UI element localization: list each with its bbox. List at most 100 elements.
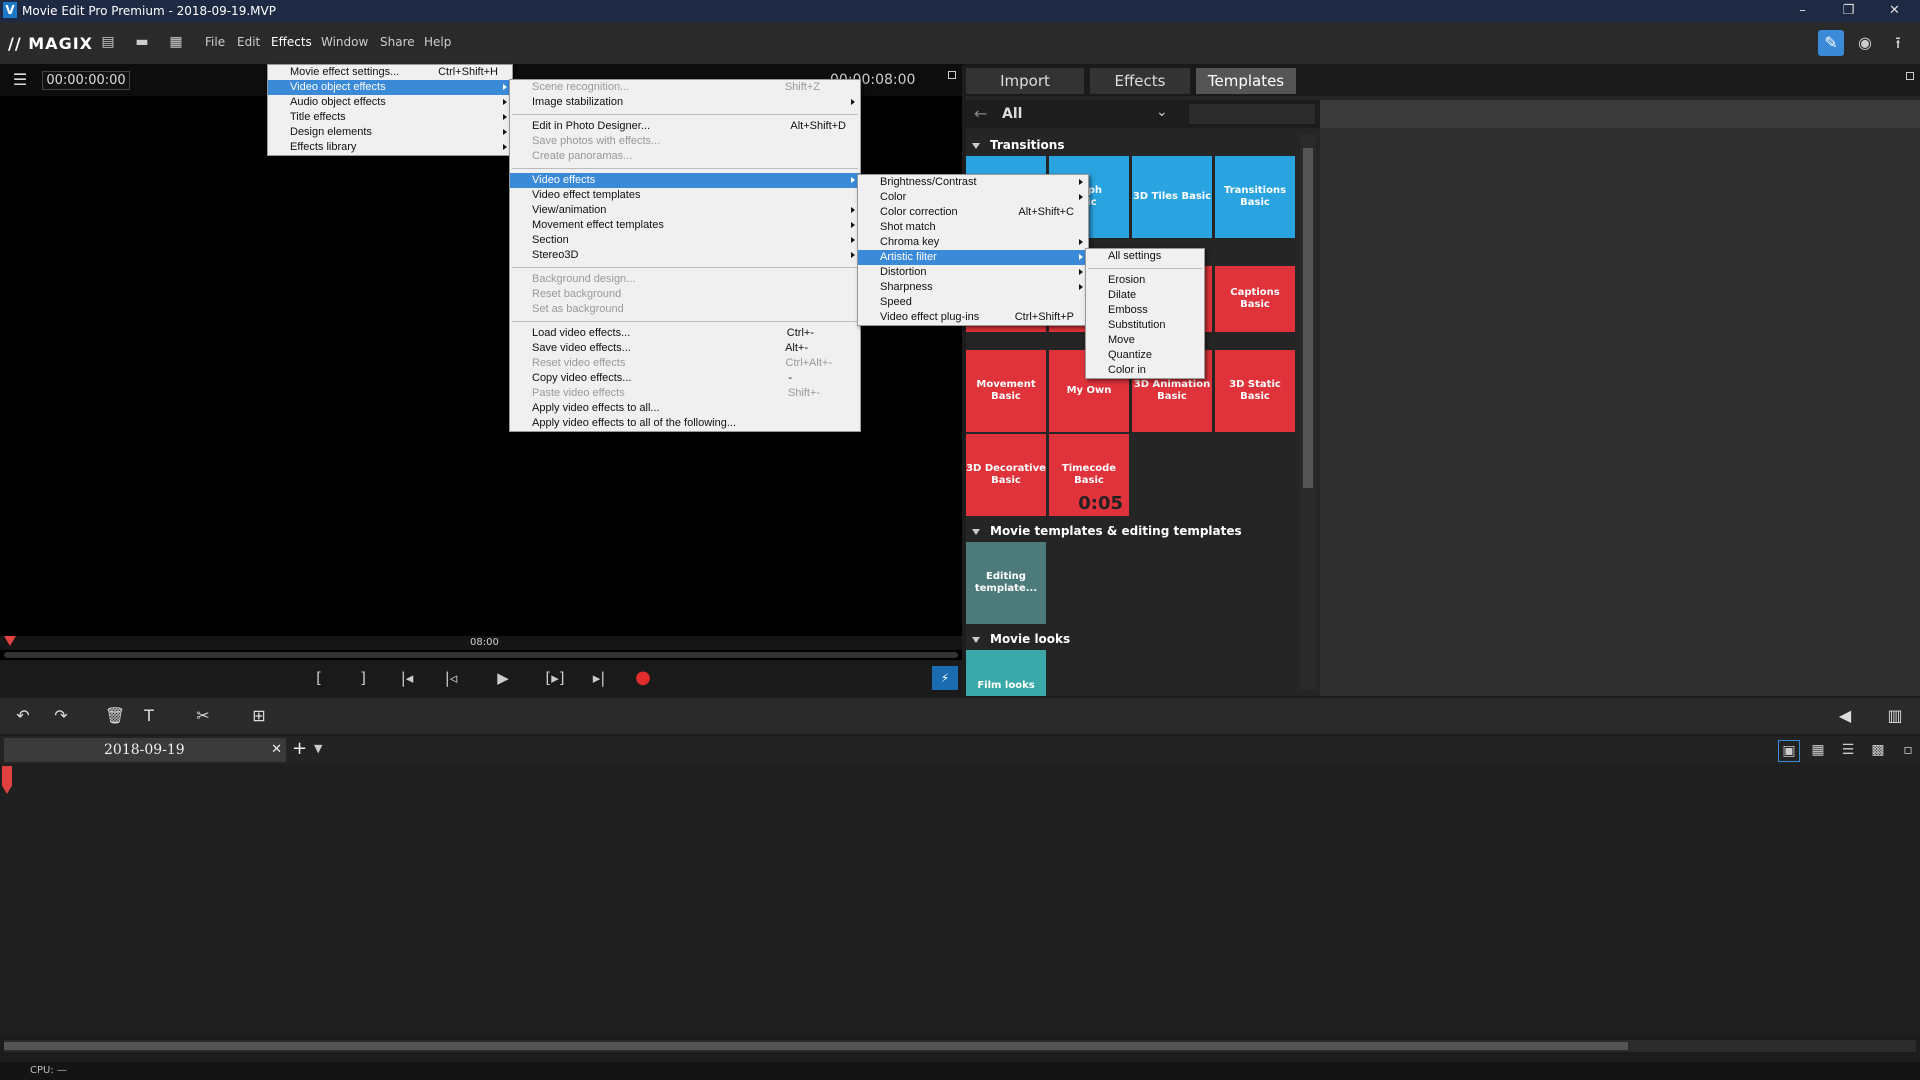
close-tab-icon[interactable]: ✕ (271, 738, 282, 762)
tile-3d-tiles[interactable]: 3D Tiles Basic (1132, 156, 1212, 238)
menu-item-color[interactable]: Color (858, 190, 1088, 205)
menu-item-view-animation[interactable]: View/animation (510, 203, 860, 218)
menu-item-effects-library[interactable]: Effects library (268, 140, 512, 155)
menu-item-emboss[interactable]: Emboss (1086, 303, 1204, 318)
maximize-timeline-icon[interactable]: ▫ (1898, 740, 1918, 760)
search-input[interactable] (1188, 103, 1316, 125)
go-to-start-button[interactable]: |◂ (395, 668, 419, 688)
menu-item-chroma-key[interactable]: Chroma key (858, 235, 1088, 250)
panel-scrollbar[interactable] (1300, 134, 1316, 690)
project-tab[interactable]: 2018-09-19 ✕ (4, 738, 286, 762)
tab-dropdown-icon[interactable]: ▼ (314, 742, 322, 755)
menu-item-speed[interactable]: Speed (858, 295, 1088, 310)
section-movie-looks[interactable]: Movie looks (972, 632, 1070, 646)
delete-icon[interactable]: 🗑 (104, 706, 126, 726)
close-window-button[interactable]: ✕ (1872, 0, 1917, 22)
menu-item-apply-video-effects-to-following[interactable]: Apply video effects to all of the follow… (510, 416, 860, 431)
text-icon[interactable]: T (138, 706, 160, 726)
mixer-icon[interactable]: ▥ (1884, 706, 1906, 726)
tile-timecode[interactable]: Timecode Basic 0:05 (1049, 434, 1129, 516)
save-icon[interactable]: ▦ (166, 32, 186, 52)
menu-item-color-in[interactable]: Color in (1086, 363, 1204, 378)
back-arrow-icon[interactable]: ← (974, 104, 987, 123)
menu-item-erosion[interactable]: Erosion (1086, 273, 1204, 288)
go-to-end-button[interactable]: ▸| (587, 668, 611, 688)
tile-film-looks[interactable]: Film looks (966, 650, 1046, 696)
edit-mode-icon[interactable]: ✎ (1818, 30, 1844, 56)
tile-3d-static[interactable]: 3D Static Basic (1215, 350, 1295, 432)
previous-frame-button[interactable]: |◃ (439, 668, 463, 688)
menu-item-set-as-background[interactable]: Set as background (510, 302, 860, 317)
menu-item-video-object-effects[interactable]: Video object effects (268, 80, 512, 95)
tab-effects[interactable]: Effects (1090, 68, 1190, 94)
view-single-icon[interactable]: ▣ (1778, 740, 1800, 762)
menu-item-video-effect-templates[interactable]: Video effect templates (510, 188, 860, 203)
volume-icon[interactable]: ◀ (1834, 706, 1856, 726)
section-movie-templates[interactable]: Movie templates & editing templates (972, 524, 1242, 538)
minimize-button[interactable]: – (1780, 0, 1825, 22)
menu-item-reset-video-effects[interactable]: Reset video effects Ctrl+Alt+- (510, 356, 860, 371)
new-file-icon[interactable]: ▤ (98, 32, 118, 52)
cut-icon[interactable]: ✂ (192, 706, 214, 726)
play-button[interactable]: ▶ (491, 668, 515, 688)
menu-item-artistic-filter[interactable]: Artistic filter (858, 250, 1088, 265)
menu-file[interactable]: File (205, 35, 225, 49)
tile-captions[interactable]: Captions Basic (1215, 266, 1295, 332)
menu-item-design-elements[interactable]: Design elements (268, 125, 512, 140)
menu-item-video-effect-plugins[interactable]: Video effect plug-ins Ctrl+Shift+P (858, 310, 1088, 325)
open-folder-icon[interactable]: ▬ (132, 32, 152, 52)
menu-item-video-effects[interactable]: Video effects (510, 173, 860, 188)
menu-item-background-design[interactable]: Background design... (510, 272, 860, 287)
section-transitions[interactable]: Transitions (972, 138, 1064, 152)
upload-icon[interactable]: ⭱ (1885, 30, 1911, 56)
timecode-display[interactable]: 00:00:00:00 (42, 71, 130, 90)
out-point-button[interactable]: ] (351, 668, 375, 688)
preview-scrubber[interactable] (4, 652, 958, 658)
playhead-marker[interactable] (4, 636, 16, 646)
menu-item-all-settings[interactable]: All settings (1086, 249, 1204, 264)
timeline-scrollbar[interactable] (4, 1040, 1916, 1052)
tab-templates[interactable]: Templates (1196, 68, 1296, 94)
menu-item-move[interactable]: Move (1086, 333, 1204, 348)
view-list-icon[interactable]: ☰ (1838, 740, 1858, 760)
menu-item-sharpness[interactable]: Sharpness (858, 280, 1088, 295)
menu-item-create-panoramas[interactable]: Create panoramas... (510, 149, 860, 164)
in-point-button[interactable]: [ (307, 668, 331, 688)
restore-button[interactable]: ❐ (1826, 0, 1871, 22)
menu-item-shot-match[interactable]: Shot match (858, 220, 1088, 235)
menu-item-scene-recognition[interactable]: Scene recognition... Shift+Z (510, 80, 860, 95)
menu-help[interactable]: Help (424, 35, 451, 49)
menu-item-edit-in-photo-designer[interactable]: Edit in Photo Designer... Alt+Shift+D (510, 119, 860, 134)
menu-item-image-stabilization[interactable]: Image stabilization (510, 95, 860, 110)
menu-item-movement-effect-templates[interactable]: Movement effect templates (510, 218, 860, 233)
tile-transitions-basic[interactable]: Transitions Basic (1215, 156, 1295, 238)
menu-item-save-video-effects[interactable]: Save video effects... Alt+- (510, 341, 860, 356)
settings-circle-icon[interactable]: ◉ (1852, 30, 1878, 56)
maximize-preview-icon[interactable] (948, 71, 956, 79)
menu-item-copy-video-effects[interactable]: Copy video effects... - (510, 371, 860, 386)
menu-item-save-photos-with-effects[interactable]: Save photos with effects... (510, 134, 860, 149)
menu-item-title-effects[interactable]: Title effects (268, 110, 512, 125)
menu-hamburger-icon[interactable]: ☰ (10, 70, 30, 90)
next-marker-button[interactable]: [▸] (543, 668, 567, 688)
menu-item-movie-effect-settings[interactable]: Movie effect settings... Ctrl+Shift+H (268, 65, 512, 80)
lightning-icon[interactable]: ⚡ (932, 666, 958, 690)
menu-item-audio-object-effects[interactable]: Audio object effects (268, 95, 512, 110)
menu-item-reset-background[interactable]: Reset background (510, 287, 860, 302)
menu-item-dilate[interactable]: Dilate (1086, 288, 1204, 303)
menu-item-brightness-contrast[interactable]: Brightness/Contrast (858, 175, 1088, 190)
chevron-down-icon[interactable]: ⌄ (1156, 104, 1168, 120)
menu-window[interactable]: Window (321, 35, 368, 49)
menu-item-stereo3d[interactable]: Stereo3D (510, 248, 860, 263)
menu-item-substitution[interactable]: Substitution (1086, 318, 1204, 333)
menu-item-load-video-effects[interactable]: Load video effects... Ctrl+- (510, 326, 860, 341)
add-tab-button[interactable]: + (292, 738, 307, 759)
record-button[interactable]: ● (631, 668, 655, 688)
menu-item-quantize[interactable]: Quantize (1086, 348, 1204, 363)
menu-effects[interactable]: Effects (271, 35, 312, 49)
redo-icon[interactable]: ↷ (50, 706, 72, 726)
timeline-playhead[interactable] (2, 766, 12, 794)
view-multicam-icon[interactable]: ▩ (1868, 740, 1888, 760)
preview-ruler[interactable]: 08:00 (0, 636, 962, 650)
tile-movement[interactable]: Movement Basic (966, 350, 1046, 432)
